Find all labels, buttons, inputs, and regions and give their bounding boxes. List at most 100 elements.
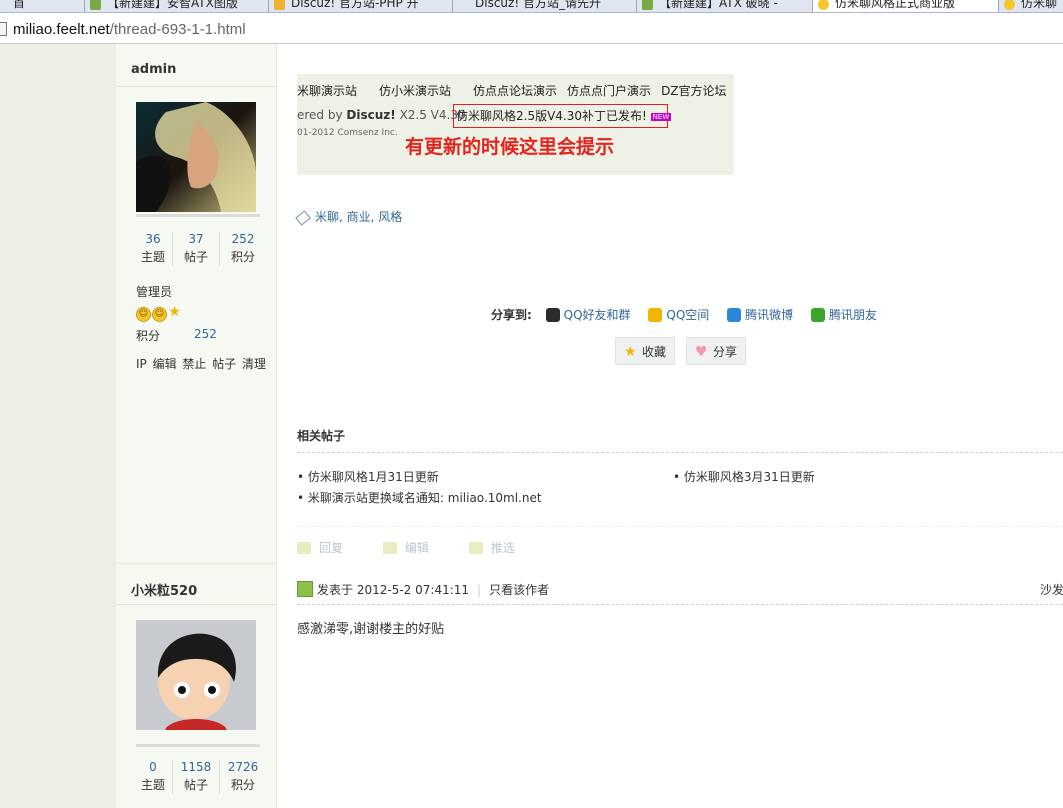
divider [172,232,173,266]
score-row: 积分 252 [136,327,217,344]
stat-threads[interactable]: 36 主题 [131,230,175,266]
powered-prefix: ered by [297,108,347,122]
avatar[interactable] [136,102,256,212]
related-thread-link[interactable]: 米聊演示站更换域名通知: miliao.10ml.net [297,489,542,506]
reply-icon [297,542,311,554]
stat-credits[interactable]: 2726 积分 [221,758,265,794]
divider [297,526,1063,527]
author-name[interactable]: 小米粒520 [131,580,197,599]
share-qq-link[interactable]: QQ好友和群 [545,308,631,322]
related-thread-link[interactable]: 仿米聊风格3月31日更新 [673,468,815,485]
image-annotation: 有更新的时候这里会提示 [405,136,615,158]
promote-action[interactable]: 推选 [468,541,533,555]
stat-posts[interactable]: 1158 帖子 [174,758,218,794]
powered-brand: Discuz! [346,108,396,122]
page-favicon-icon [90,0,101,10]
score-value: 252 [194,327,217,341]
image-update-notice: 仿米聊风格2.5版V4.30补丁已发布! NEW [453,104,672,128]
tab-label: 【新建建】安智ATX图版 [107,0,238,10]
share-label: 分享到: [491,308,532,322]
edit-action[interactable]: 编辑 [382,541,447,555]
favorite-button[interactable]: ★ 收藏 [615,337,675,365]
author-sidebar: admin 36 主题 37 帖子 252 积分 管理员 ☺ ☺ ★ 积分 252 IP 编… [116,44,277,808]
browser-tab[interactable]: 【新建建】安智ATX图版 ✕ [84,0,286,12]
url-text[interactable]: miliao.feelt.net/thread-693-1-1.html [13,21,246,38]
notice-text: 仿米聊风格2.5版V4.30补丁已发布! [456,109,647,123]
share-item-label: QQ好友和群 [563,308,631,322]
share-weibo-link[interactable]: 腾讯微博 [727,308,793,322]
stat-posts[interactable]: 37 帖子 [174,230,218,266]
divider [219,760,220,794]
image-nav-item: 仿点点论坛演示 [473,84,558,98]
smiley-icon: ☺ [152,307,167,322]
address-bar[interactable]: miliao.feelt.net/thread-693-1-1.html [0,13,1063,44]
page-favicon-icon [1004,0,1015,10]
heart-icon: ♥ [695,344,708,360]
stat-label: 帖子 [183,250,208,264]
browser-tab-bar: 首✕ 【新建建】安智ATX图版 ✕ Discuz! 官方站-PHP 开✕ Dis… [0,0,1063,13]
avatar[interactable] [136,620,256,730]
related-thread-link[interactable]: 仿米聊风格1月31日更新 [297,468,439,485]
online-status-icon [297,581,313,597]
smiley-icon: ☺ [136,307,151,322]
image-nav-item: 仿小米演示站 [379,84,452,98]
browser-tab[interactable]: Discuz! 官方站-PHP 开✕ [268,0,470,12]
new-badge: NEW [650,112,672,121]
reply-action[interactable]: 回复 [297,541,361,555]
divider [116,604,276,605]
image-copyright: 01-2012 Comsenz Inc. [297,128,398,138]
stat-label: 帖子 [183,778,208,792]
tag-icon [295,209,311,226]
button-label: 收藏 [642,345,667,359]
share-item-label: 腾讯微博 [745,308,794,322]
tab-label: 仿米聊风格正式商业版 [835,0,956,10]
share-button[interactable]: ♥ 分享 [686,337,746,365]
post-actions: 回复 编辑 推选 [297,539,551,556]
author-name[interactable]: admin [131,62,176,77]
stat-label: 积分 [230,250,255,264]
stat-value: 37 [188,232,204,246]
star-icon: ★ [168,304,181,320]
tab-label: 首 [13,0,26,10]
tag-links[interactable]: 米聊, 商业, 风格 [315,210,402,224]
thread-tags[interactable]: 米聊, 商业, 风格 [295,208,402,226]
promote-icon [468,542,483,554]
floor-number[interactable]: 沙发 [1040,581,1063,598]
browser-tab-active[interactable]: 仿米聊风格正式商业版✕ [812,0,1016,12]
browser-tab[interactable]: 【新建建】ATX 破晓 - ✕ [636,0,830,12]
post-screenshot-image[interactable]: 米聊演示站 仿小米演示站 仿点点论坛演示 仿点点门户演示 DZ官方论坛 ered by … [297,74,734,175]
divider [116,86,276,87]
post-content-area: 米聊演示站 仿小米演示站 仿点点论坛演示 仿点点门户演示 DZ官方论坛 ered by … [277,44,1063,808]
related-threads-title: 相关帖子 [297,429,346,443]
stat-label: 主题 [140,778,165,792]
stat-value: 2726 [227,760,259,774]
post-time: 2012-5-2 07:41:11 [356,583,470,597]
image-powered-by: ered by Discuz! X2.5 V4.30 [297,108,466,122]
user-group[interactable]: 管理员 [136,283,172,300]
admin-links[interactable]: IP 编辑 禁止 帖子 清理 [136,355,266,372]
page-favicon-icon [642,0,653,10]
share-qzone-link[interactable]: QQ空间 [648,308,709,322]
share-item-label: QQ空间 [666,308,710,322]
author-stats: 36 主题 37 帖子 252 积分 [131,230,263,270]
weibo-icon [727,308,742,322]
separator: | [477,583,482,597]
action-label: 推选 [490,541,515,555]
image-nav-item: DZ官方论坛 [661,84,727,98]
stat-value: 1158 [180,760,212,774]
tab-label: Discuz! 官方站-PHP 开 [291,0,419,10]
stat-credits[interactable]: 252 积分 [221,230,265,266]
tab-label: 仿米聊 [1021,0,1058,10]
post-body: 感激涕零,谢谢楼主的好贴 [297,622,445,637]
browser-tab[interactable]: Discuz! 官方站_请先升✕ [452,0,654,12]
stat-value: 0 [149,760,157,774]
only-author-link[interactable]: 只看该作者 [489,583,549,597]
share-friends-link[interactable]: 腾讯朋友 [810,308,877,322]
stat-threads[interactable]: 0 主题 [131,758,175,794]
page-favicon-icon [274,0,285,10]
edit-icon [382,542,397,554]
browser-tab[interactable]: 仿米聊 [998,0,1063,12]
button-label: 分享 [713,345,738,359]
image-nav-links: 米聊演示站 仿小米演示站 仿点点论坛演示 仿点点门户演示 DZ官方论坛 [297,82,734,99]
divider [219,232,220,266]
